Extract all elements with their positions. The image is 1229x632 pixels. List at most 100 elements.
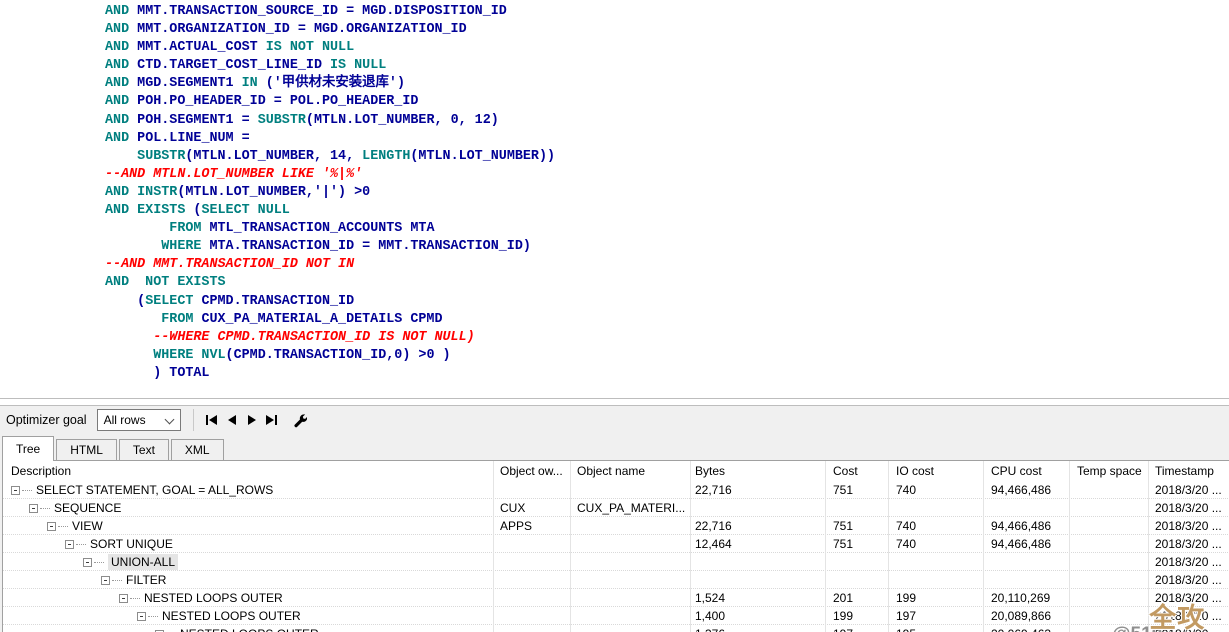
column-header-desc[interactable]: Description: [11, 464, 71, 478]
preferences-button[interactable]: [288, 409, 311, 431]
optimizer-goal-select[interactable]: All rows: [97, 409, 181, 431]
plan-row[interactable]: SEQUENCECUXCUX_PA_MATERI...2018/3/20 ...: [3, 499, 1229, 517]
explain-plan-panel: Optimizer goal All rows Tree HTML Text X…: [0, 406, 1229, 632]
plan-cell-cpu: 20,069,463: [991, 627, 1051, 632]
column-separator[interactable]: [493, 461, 494, 632]
plan-node-label[interactable]: SEQUENCE: [54, 501, 121, 515]
tree-connector: [130, 598, 140, 599]
column-header-name[interactable]: Object name: [577, 464, 645, 478]
code-line: --WHERE CPMD.TRANSACTION_ID IS NOT NULL): [105, 329, 1229, 347]
tree-connector: [94, 562, 104, 563]
plan-node-label[interactable]: NESTED LOOPS OUTER: [162, 609, 301, 623]
tree-connector: [22, 490, 32, 491]
column-header-cpu[interactable]: CPU cost: [991, 464, 1042, 478]
column-separator[interactable]: [570, 461, 571, 632]
plan-row[interactable]: NESTED LOOPS OUTER1,37619719520,069,4632…: [3, 625, 1229, 632]
plan-node-label[interactable]: FILTER: [126, 573, 166, 587]
plan-cell-bytes: 1,524: [695, 591, 725, 605]
plan-cell-owner: APPS: [500, 519, 532, 533]
column-separator[interactable]: [1148, 461, 1149, 632]
code-line: AND POH.SEGMENT1 = SUBSTR(MTLN.LOT_NUMBE…: [105, 112, 1229, 130]
plan-tree-node: UNION-ALL: [83, 553, 178, 571]
code-line: --AND MMT.TRANSACTION_ID NOT IN: [105, 256, 1229, 274]
tree-expander-icon[interactable]: [65, 540, 74, 549]
sql-code: AND MMT.TRANSACTION_SOURCE_ID = MGD.DISP…: [0, 0, 1229, 383]
plan-tree-node: VIEW: [47, 517, 103, 535]
column-separator[interactable]: [690, 461, 691, 632]
optimizer-goal-label: Optimizer goal: [6, 413, 87, 427]
plan-row[interactable]: NESTED LOOPS OUTER1,40019919720,089,8662…: [3, 607, 1229, 625]
tree-expander-icon[interactable]: [101, 576, 110, 585]
plan-cell-cpu: 94,466,486: [991, 537, 1051, 551]
wrench-icon: [292, 413, 307, 428]
plan-cell-io: 740: [896, 537, 916, 551]
tree-expander-icon[interactable]: [11, 486, 20, 495]
column-header-temp[interactable]: Temp space: [1077, 464, 1142, 478]
plan-node-label[interactable]: UNION-ALL: [108, 554, 178, 570]
plan-node-label[interactable]: NESTED LOOPS OUTER: [144, 591, 283, 605]
column-header-owner[interactable]: Object ow...: [500, 464, 563, 478]
column-header-ts[interactable]: Timestamp: [1155, 464, 1214, 478]
tab-text[interactable]: Text: [119, 439, 169, 460]
previous-record-button[interactable]: [222, 409, 242, 431]
last-record-button[interactable]: [262, 409, 282, 431]
column-separator[interactable]: [888, 461, 889, 632]
tab-tree[interactable]: Tree: [2, 436, 54, 461]
plan-cell-bytes: 1,376: [695, 627, 725, 632]
plan-node-label[interactable]: SORT UNIQUE: [90, 537, 173, 551]
code-line: (SELECT CPMD.TRANSACTION_ID: [105, 293, 1229, 311]
next-record-button[interactable]: [242, 409, 262, 431]
toolbar-separator: [193, 409, 194, 431]
plan-node-label[interactable]: SELECT STATEMENT, GOAL = ALL_ROWS: [36, 483, 273, 497]
first-record-button[interactable]: [202, 409, 222, 431]
plan-cell-ts: 2018/3/20 ...: [1155, 483, 1222, 497]
code-line: FROM CUX_PA_MATERIAL_A_DETAILS CPMD: [105, 311, 1229, 329]
plan-row[interactable]: UNION-ALL2018/3/20 ...: [3, 553, 1229, 571]
plan-cell-cost: 201: [833, 591, 853, 605]
plan-cell-io: 740: [896, 483, 916, 497]
code-line: AND NOT EXISTS: [105, 274, 1229, 292]
plan-cell-ts: 2018/3/20 ...: [1155, 609, 1222, 623]
column-header-bytes[interactable]: Bytes: [695, 464, 725, 478]
plan-tree-node: NESTED LOOPS OUTER: [137, 607, 301, 625]
column-separator[interactable]: [825, 461, 826, 632]
plan-tree-node: SELECT STATEMENT, GOAL = ALL_ROWS: [11, 481, 273, 499]
plan-cell-ts: 2018/3/20 ...: [1155, 591, 1222, 605]
next-record-icon: [248, 415, 256, 425]
column-separator[interactable]: [1069, 461, 1070, 632]
sql-editor[interactable]: AND MMT.TRANSACTION_SOURCE_ID = MGD.DISP…: [0, 0, 1229, 398]
code-line: AND POL.LINE_NUM =: [105, 130, 1229, 148]
tree-connector: [148, 616, 158, 617]
tree-expander-icon[interactable]: [119, 594, 128, 603]
column-header-cost[interactable]: Cost: [833, 464, 858, 478]
plan-row[interactable]: VIEWAPPS22,71675174094,466,4862018/3/20 …: [3, 517, 1229, 535]
plan-row[interactable]: FILTER2018/3/20 ...: [3, 571, 1229, 589]
plan-tree-node: SORT UNIQUE: [65, 535, 173, 553]
code-line: SUBSTR(MTLN.LOT_NUMBER, 14, LENGTH(MTLN.…: [105, 148, 1229, 166]
plan-row[interactable]: SELECT STATEMENT, GOAL = ALL_ROWS22,7167…: [3, 481, 1229, 499]
tree-expander-icon[interactable]: [47, 522, 56, 531]
tree-expander-icon[interactable]: [29, 504, 38, 513]
plan-cell-bytes: 22,716: [695, 519, 732, 533]
code-line: AND MMT.ORGANIZATION_ID = MGD.ORGANIZATI…: [105, 21, 1229, 39]
tree-expander-icon[interactable]: [83, 558, 92, 567]
plan-cell-owner: CUX: [500, 501, 525, 515]
code-line: ) TOTAL: [105, 365, 1229, 383]
plan-tree-node: FILTER: [101, 571, 166, 589]
plan-node-label[interactable]: NESTED LOOPS OUTER: [180, 627, 319, 632]
plan-node-label[interactable]: VIEW: [72, 519, 103, 533]
code-line: AND POH.PO_HEADER_ID = POL.PO_HEADER_ID: [105, 93, 1229, 111]
panel-splitter[interactable]: [0, 398, 1229, 406]
plan-cell-io: 195: [896, 627, 916, 632]
tab-html[interactable]: HTML: [56, 439, 117, 460]
column-separator[interactable]: [983, 461, 984, 632]
column-header-io[interactable]: IO cost: [896, 464, 934, 478]
plan-cell-cost: 197: [833, 627, 853, 632]
plan-row[interactable]: SORT UNIQUE12,46475174094,466,4862018/3/…: [3, 535, 1229, 553]
tab-xml[interactable]: XML: [171, 439, 224, 460]
code-line: AND MMT.TRANSACTION_SOURCE_ID = MGD.DISP…: [105, 3, 1229, 21]
plan-row[interactable]: NESTED LOOPS OUTER1,52420119920,110,2692…: [3, 589, 1229, 607]
code-line: AND EXISTS (SELECT NULL: [105, 202, 1229, 220]
tree-expander-icon[interactable]: [137, 612, 146, 621]
first-record-icon: [206, 415, 208, 425]
